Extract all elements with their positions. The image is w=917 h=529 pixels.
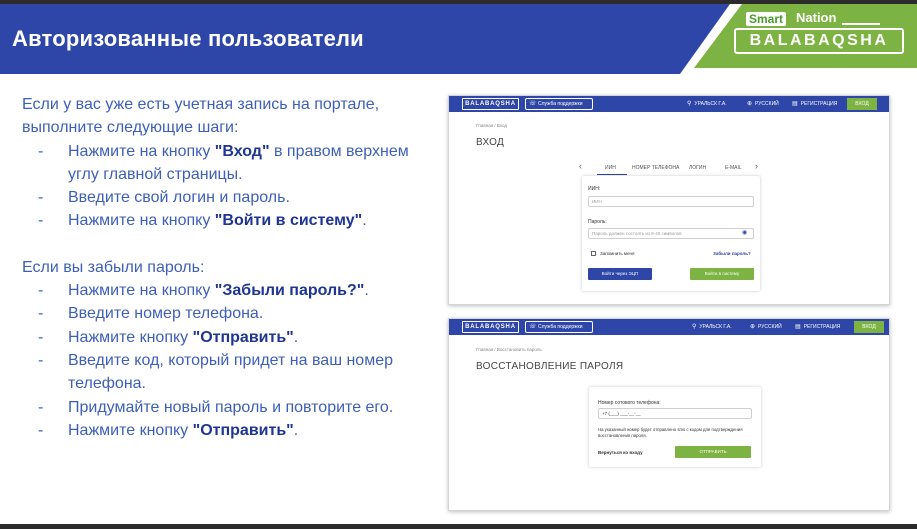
- remember-checkbox[interactable]: [591, 251, 596, 256]
- forgot-password-link[interactable]: Забыли пароль?: [713, 251, 751, 256]
- breadcrumb: Главная / Восстановить пароль: [476, 347, 542, 352]
- page-title: ВОССТАНОВЛЕНИЕ ПАРОЛЯ: [476, 361, 624, 372]
- iin-label: ИИН:: [588, 186, 601, 192]
- login-screenshot: BALABAQSHA ☏ Служба поддержки ⚲ УРАЛЬСК Г.…: [448, 95, 890, 305]
- language-selector[interactable]: ⊕ РУССКИЙ: [750, 319, 782, 335]
- login-nav-button[interactable]: ВХОД: [854, 321, 884, 333]
- list-item: - Нажмите на кнопку "Забыли пароль?".: [38, 282, 369, 300]
- slide-header: Авторизованные пользователи Smart Nation…: [0, 4, 917, 74]
- breadcrumb: Главная / Вход: [476, 123, 508, 128]
- register-icon: ▤: [795, 324, 801, 330]
- portal-nav: BALABAQSHA ☏ Служба поддержки ⚲ УРАЛЬСК Г.…: [449, 96, 889, 112]
- login-submit-button[interactable]: Войти в систему: [690, 268, 754, 280]
- forgot-steps: - Нажмите на кнопку "Забыли пароль?". - Вв…: [22, 279, 422, 442]
- portal-nav: BALABAQSHA ☏ Служба поддержки ⚲ УРАЛЬСК Г.…: [449, 319, 889, 335]
- logo-brand: BALABAQSHA: [734, 28, 904, 54]
- phone-label: Номер сотового телефона:: [598, 400, 661, 406]
- password-input[interactable]: Пароль должен состоять из 8-40 символов: [588, 228, 754, 239]
- list-item: - Нажмите кнопку "Отправить".: [38, 421, 299, 439]
- list-item: - Придумайте новый пароль и повторите его…: [38, 398, 394, 416]
- headset-icon: ☏: [529, 324, 537, 330]
- language-selector[interactable]: ⊕ РУССКИЙ: [747, 96, 779, 112]
- send-button[interactable]: ОТПРАВИТЬ: [675, 446, 751, 458]
- eds-login-button[interactable]: Войти через ЭЦП: [588, 268, 652, 280]
- headset-icon: ☏: [529, 101, 537, 107]
- tab-iin[interactable]: ИИН: [605, 165, 616, 171]
- logo-underline: [842, 23, 880, 25]
- logo-nation: Nation: [796, 10, 837, 25]
- password-label: Пароль:: [588, 219, 607, 225]
- login-nav-button[interactable]: ВХОД: [847, 98, 877, 110]
- logo-smart: Smart: [746, 12, 787, 26]
- eye-icon[interactable]: ◉: [742, 229, 747, 236]
- register-icon: ▤: [792, 101, 798, 107]
- chevron-right-icon[interactable]: ›: [755, 162, 758, 171]
- chevron-left-icon[interactable]: ‹: [579, 162, 582, 171]
- recovery-screenshot: BALABAQSHA ☏ Служба поддержки ⚲ УРАЛЬСК Г.…: [448, 318, 890, 511]
- globe-icon: ⊕: [750, 324, 756, 330]
- list-item: - Введите код, который придет на ваш номе…: [38, 351, 393, 393]
- list-item: - Введите номер телефона.: [38, 305, 264, 323]
- register-link[interactable]: ▤ РЕГИСТРАЦИЯ: [795, 319, 840, 335]
- list-item: - Нажмите кнопку "Отправить".: [38, 328, 299, 346]
- remember-label: Запомнить меня: [600, 251, 635, 256]
- city-selector[interactable]: ⚲ УРАЛЬСК Г.А.: [692, 319, 732, 335]
- portal-logo[interactable]: BALABAQSHA: [462, 321, 519, 333]
- login-steps: - Нажмите на кнопку "Вход" в правом верхн…: [22, 140, 422, 233]
- list-item: - Введите свой логин и пароль.: [38, 189, 290, 207]
- back-to-login-link[interactable]: Вернуться ко входу: [598, 450, 643, 455]
- portal-logo[interactable]: BALABAQSHA: [462, 98, 519, 110]
- register-link[interactable]: ▤ РЕГИСТРАЦИЯ: [792, 96, 837, 112]
- location-icon: ⚲: [692, 324, 697, 330]
- iin-input[interactable]: ИИН: [588, 196, 754, 207]
- active-tab-underline: [597, 174, 627, 175]
- recovery-card: Номер сотового телефона: +7 (___) ___-__…: [589, 387, 761, 467]
- city-selector[interactable]: ⚲ УРАЛЬСК Г.А.: [687, 96, 727, 112]
- support-button[interactable]: ☏ Служба поддержки: [525, 321, 593, 333]
- phone-input[interactable]: +7 (___) ___-__-__: [598, 408, 752, 419]
- intro-login: Если у вас уже есть учетная запись на по…: [22, 96, 380, 137]
- location-icon: ⚲: [687, 101, 692, 107]
- page-title: ВХОД: [476, 137, 505, 148]
- tab-phone[interactable]: НОМЕР ТЕЛЕФОНА: [632, 165, 679, 171]
- tab-email[interactable]: E-MAIL: [725, 165, 742, 171]
- bottom-border: [0, 524, 917, 529]
- list-item: - Нажмите на кнопку "Войти в систему".: [38, 212, 367, 230]
- sms-note: На указанный номер будет отправлено sms …: [598, 427, 743, 438]
- tab-login[interactable]: ЛОГИН: [689, 165, 706, 171]
- list-item: - Нажмите на кнопку "Вход" в правом верхн…: [38, 142, 409, 183]
- intro-forgot: Если вы забыли пароль:: [22, 258, 205, 276]
- smart-nation-logo: Smart Nation BALABAQSHA: [734, 10, 906, 56]
- slide-title: Авторизованные пользователи: [12, 26, 364, 51]
- globe-icon: ⊕: [747, 101, 753, 107]
- login-card: ИИН: ИИН Пароль: Пароль должен состоять …: [582, 176, 760, 291]
- support-button[interactable]: ☏ Служба поддержки: [525, 98, 593, 110]
- instructions-text: Если у вас уже есть учетная запись на по…: [22, 93, 422, 442]
